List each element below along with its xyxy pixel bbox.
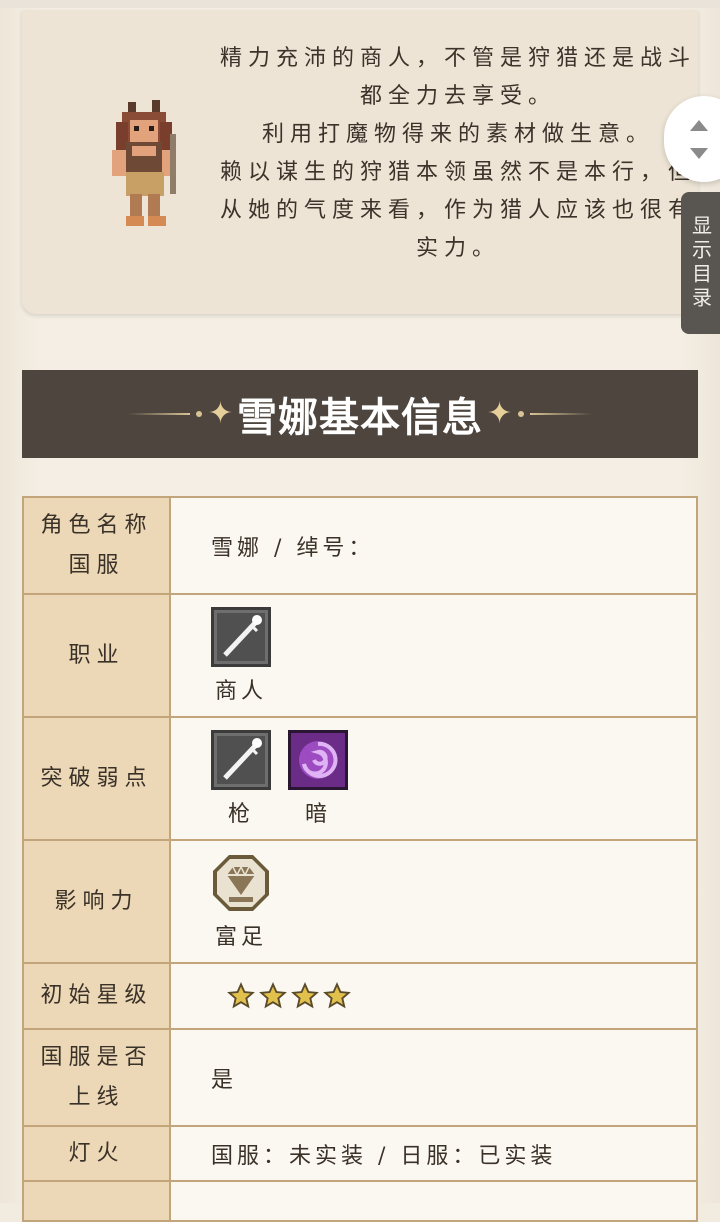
lamp-value: 国服：未实装 / 日服：已实装 — [169, 1125, 698, 1182]
weakness-entry: 枪 — [211, 729, 271, 828]
table-label: 国服是否上线 — [22, 1028, 171, 1127]
section-title: 雪娜基本信息 — [237, 395, 483, 441]
chevron-down-icon[interactable] — [690, 148, 708, 159]
table-row: 影响力 富足 — [22, 839, 698, 964]
weakness-label: 枪 — [227, 801, 254, 827]
spear-icon — [211, 729, 271, 790]
character-intro-card: 精力充沛的商人，不管是狩猎还是战斗都全力去享受。 利用打魔物得来的素材做生意。 … — [22, 10, 698, 314]
character-description: 精力充沛的商人，不管是狩猎还是战斗都全力去享受。 利用打魔物得来的素材做生意。 … — [218, 40, 698, 268]
job-cell: 商人 — [169, 593, 698, 718]
star-icon — [259, 982, 287, 1009]
job-label: 商人 — [214, 678, 267, 704]
dark-icon — [288, 729, 348, 790]
description-line: 赖以谋生的狩猎本领虽然不是本行，但从她的气度来看，作为猎人应该也很有实力。 — [219, 160, 696, 261]
star-icon — [291, 982, 319, 1009]
chevron-up-icon[interactable] — [690, 120, 708, 131]
influence-entry: 富足 — [211, 853, 271, 951]
character-sprite-icon — [112, 100, 176, 226]
section-header: ✦ 雪娜基本信息 ✦ — [22, 370, 698, 458]
table-row: 灯火 国服：未实装 / 日服：已实装 — [22, 1125, 698, 1182]
table-value-cutoff — [169, 1180, 698, 1222]
character-info-table: 角色名称国服 雪娜 / 绰号： 职业 商人 突破弱点 枪 暗 影响力 富足 初始… — [22, 496, 698, 1222]
release-value: 是 — [169, 1028, 698, 1127]
job-entry: 商人 — [211, 606, 271, 705]
table-label: 灯火 — [22, 1125, 171, 1182]
table-label-cutoff — [22, 1180, 171, 1222]
influence-label: 富足 — [214, 924, 267, 950]
table-label: 职业 — [22, 593, 171, 718]
star-rating — [211, 982, 696, 1010]
weakness-cell: 枪 暗 — [169, 716, 698, 841]
table-row: 初始星级 — [22, 962, 698, 1030]
header-ornament-right: ✦ — [487, 396, 593, 431]
rarity-cell — [169, 962, 698, 1030]
table-row: 突破弱点 枪 暗 — [22, 716, 698, 841]
wealth-gem-icon — [213, 854, 269, 911]
top-strip — [0, 0, 720, 8]
table-label: 影响力 — [22, 839, 171, 964]
weakness-entry: 暗 — [288, 729, 348, 828]
influence-cell: 富足 — [169, 839, 698, 964]
sparkle-icon: ✦ — [487, 396, 513, 431]
star-icon — [323, 982, 351, 1009]
sparkle-icon: ✦ — [207, 396, 233, 431]
table-label: 突破弱点 — [22, 716, 171, 841]
table-row: 国服是否上线 是 — [22, 1028, 698, 1127]
spear-icon — [211, 606, 271, 667]
header-ornament-left: ✦ — [127, 396, 233, 431]
table-label: 初始星级 — [22, 962, 171, 1030]
show-toc-button[interactable]: 显示目录 — [681, 192, 720, 334]
description-line: 精力充沛的商人，不管是狩猎还是战斗都全力去享受。 — [219, 46, 696, 109]
description-line: 利用打魔物得来的素材做生意。 — [261, 122, 654, 147]
weakness-label: 暗 — [304, 801, 331, 827]
table-row: 角色名称国服 雪娜 / 绰号： — [22, 496, 698, 595]
star-icon — [227, 982, 255, 1009]
table-row: 职业 商人 — [22, 593, 698, 718]
table-row — [22, 1180, 698, 1222]
table-label: 角色名称国服 — [22, 496, 171, 595]
character-name-value: 雪娜 / 绰号： — [169, 496, 698, 595]
